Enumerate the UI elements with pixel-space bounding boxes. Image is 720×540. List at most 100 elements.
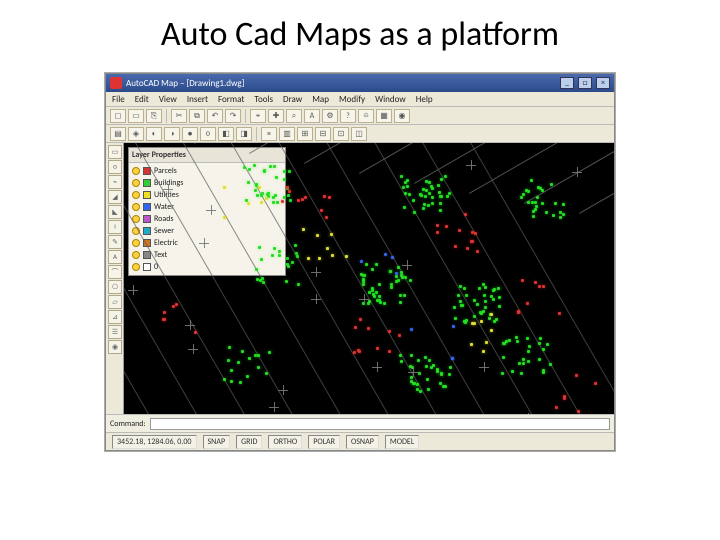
layer-name: Sewer — [154, 226, 282, 236]
cut-icon[interactable]: ✂ — [171, 109, 187, 123]
grid-icon[interactable]: ▦ — [376, 109, 392, 123]
menu-file[interactable]: File — [112, 94, 125, 105]
menubar: File Edit View Insert Format Tools Draw … — [106, 92, 614, 107]
layer-visibility-icon[interactable] — [132, 167, 140, 175]
layer-color-swatch[interactable] — [143, 215, 151, 223]
layer-visibility-icon[interactable] — [132, 179, 140, 187]
menu-window[interactable]: Window — [375, 94, 406, 105]
layer-name: 0 — [154, 262, 282, 272]
open-icon[interactable]: ▭ — [128, 109, 144, 123]
maximize-button[interactable]: □ — [578, 77, 592, 89]
layer-name: Buildings — [154, 178, 282, 188]
help-icon[interactable]: ? — [340, 109, 356, 123]
new-icon[interactable]: ◻ — [110, 109, 126, 123]
ucs-icon[interactable]: ⯐ — [358, 109, 374, 123]
menu-edit[interactable]: Edit — [135, 94, 149, 105]
autocad-window: AutoCAD Map – [Drawing1.dwg] _ □ × File … — [105, 73, 615, 451]
layer-state-icon[interactable]: ◈ — [128, 127, 144, 141]
command-bar: Command: — [106, 414, 614, 432]
polyline-tool-icon[interactable]: ◢ — [108, 190, 122, 204]
slide-title: Auto Cad Maps as a platform — [0, 0, 720, 73]
layer-name: Electric — [154, 238, 282, 248]
arc-tool-icon[interactable]: ⟊ — [108, 220, 122, 234]
layer-color-swatch[interactable] — [143, 179, 151, 187]
props-icon[interactable]: ⚙ — [322, 109, 338, 123]
layer-on-icon[interactable]: ◑ — [164, 127, 180, 141]
zoom-in-icon[interactable]: ✚ — [268, 109, 284, 123]
command-prompt: Command: — [110, 419, 146, 429]
menu-view[interactable]: View — [159, 94, 177, 105]
menu-insert[interactable]: Insert — [187, 94, 208, 105]
region-tool-icon[interactable]: ▱ — [108, 295, 122, 309]
line-tool-icon[interactable]: ⌁ — [108, 175, 122, 189]
dim-tool-icon[interactable]: ⊿ — [108, 310, 122, 324]
layer-visibility-icon[interactable] — [132, 239, 140, 247]
workspace: ▭ ○ ⌁ ◢ ◣ ⟊ ✎ A ⌒ ⎔ ▱ ⊿ ☰ ◉ Layer Proper… — [106, 143, 614, 414]
copy-icon[interactable]: ⧉ — [189, 109, 205, 123]
map-query-icon[interactable]: ⊞ — [297, 127, 313, 141]
circle-tool-icon[interactable]: ○ — [108, 160, 122, 174]
menu-modify[interactable]: Modify — [339, 94, 365, 105]
layer-name: Roads — [154, 214, 282, 224]
status-model[interactable]: MODEL — [385, 435, 419, 449]
save-icon[interactable]: ⎘ — [146, 109, 162, 123]
thaw-icon[interactable]: ○ — [200, 127, 216, 141]
menu-help[interactable]: Help — [416, 94, 433, 105]
layer-visibility-icon[interactable] — [132, 263, 140, 271]
statusbar: 3452.18, 1284.06, 0.00 SNAP GRID ORTHO P… — [106, 432, 614, 450]
linetype-icon[interactable]: ≡ — [261, 127, 277, 141]
undo-icon[interactable]: ↶ — [207, 109, 223, 123]
snap-icon[interactable]: ◉ — [394, 109, 410, 123]
menu-format[interactable]: Format — [218, 94, 244, 105]
layer-visibility-icon[interactable] — [132, 191, 140, 199]
lock-icon[interactable]: ◧ — [218, 127, 234, 141]
map-topo-icon[interactable]: ◫ — [351, 127, 367, 141]
layer-visibility-icon[interactable] — [132, 251, 140, 259]
window-title: AutoCAD Map – [Drawing1.dwg] — [126, 78, 556, 89]
zoom-icon[interactable]: ⌕ — [286, 109, 302, 123]
toolbar-sep — [245, 109, 246, 123]
layer-visibility-icon[interactable] — [132, 203, 140, 211]
status-grid[interactable]: GRID — [236, 435, 262, 449]
menu-map[interactable]: Map — [312, 94, 329, 105]
status-osnap[interactable]: OSNAP — [346, 435, 379, 449]
layer-color-swatch[interactable] — [143, 203, 151, 211]
lineweight-icon[interactable]: ▥ — [279, 127, 295, 141]
toolbar-sep — [166, 109, 167, 123]
titlebar[interactable]: AutoCAD Map – [Drawing1.dwg] _ □ × — [106, 74, 614, 92]
menu-draw[interactable]: Draw — [283, 94, 302, 105]
hatch-tool-icon[interactable]: ⎔ — [108, 280, 122, 294]
status-snap[interactable]: SNAP — [203, 435, 231, 449]
app-icon — [110, 77, 122, 89]
layer-color-swatch[interactable] — [143, 263, 151, 271]
close-button[interactable]: × — [596, 77, 610, 89]
rect-tool-icon[interactable]: ▭ — [108, 145, 122, 159]
map-attach-icon[interactable]: ⊡ — [333, 127, 349, 141]
text-tool-icon[interactable]: A — [108, 250, 122, 264]
menu-tools[interactable]: Tools — [254, 94, 273, 105]
table-tool-icon[interactable]: ☰ — [108, 325, 122, 339]
layer-icon[interactable]: ▤ — [110, 127, 126, 141]
layer-off-icon[interactable]: ◐ — [146, 127, 162, 141]
pencil-tool-icon[interactable]: ✎ — [108, 235, 122, 249]
layer-name: Text — [154, 250, 282, 260]
layer-row[interactable]: Sewer — [131, 225, 283, 237]
spline-tool-icon[interactable]: ⌒ — [108, 265, 122, 279]
command-input[interactable] — [150, 418, 610, 430]
point-tool-icon[interactable]: ◉ — [108, 340, 122, 354]
layer-color-swatch[interactable] — [143, 227, 151, 235]
text-icon[interactable]: A — [304, 109, 320, 123]
polygon-tool-icon[interactable]: ◣ — [108, 205, 122, 219]
freeze-icon[interactable]: ● — [182, 127, 198, 141]
unlock-icon[interactable]: ◨ — [236, 127, 252, 141]
map-remove-icon[interactable]: ⊟ — [315, 127, 331, 141]
pan-icon[interactable]: ⌖ — [250, 109, 266, 123]
layer-color-swatch[interactable] — [143, 191, 151, 199]
minimize-button[interactable]: _ — [560, 77, 574, 89]
status-ortho[interactable]: ORTHO — [268, 435, 302, 449]
drawing-canvas[interactable]: Layer Properties ParcelsBuildingsUtiliti… — [124, 143, 614, 414]
layer-panel-title[interactable]: Layer Properties — [129, 148, 285, 163]
status-polar[interactable]: POLAR — [308, 435, 340, 449]
toolbar-sep — [256, 127, 257, 141]
redo-icon[interactable]: ↷ — [225, 109, 241, 123]
